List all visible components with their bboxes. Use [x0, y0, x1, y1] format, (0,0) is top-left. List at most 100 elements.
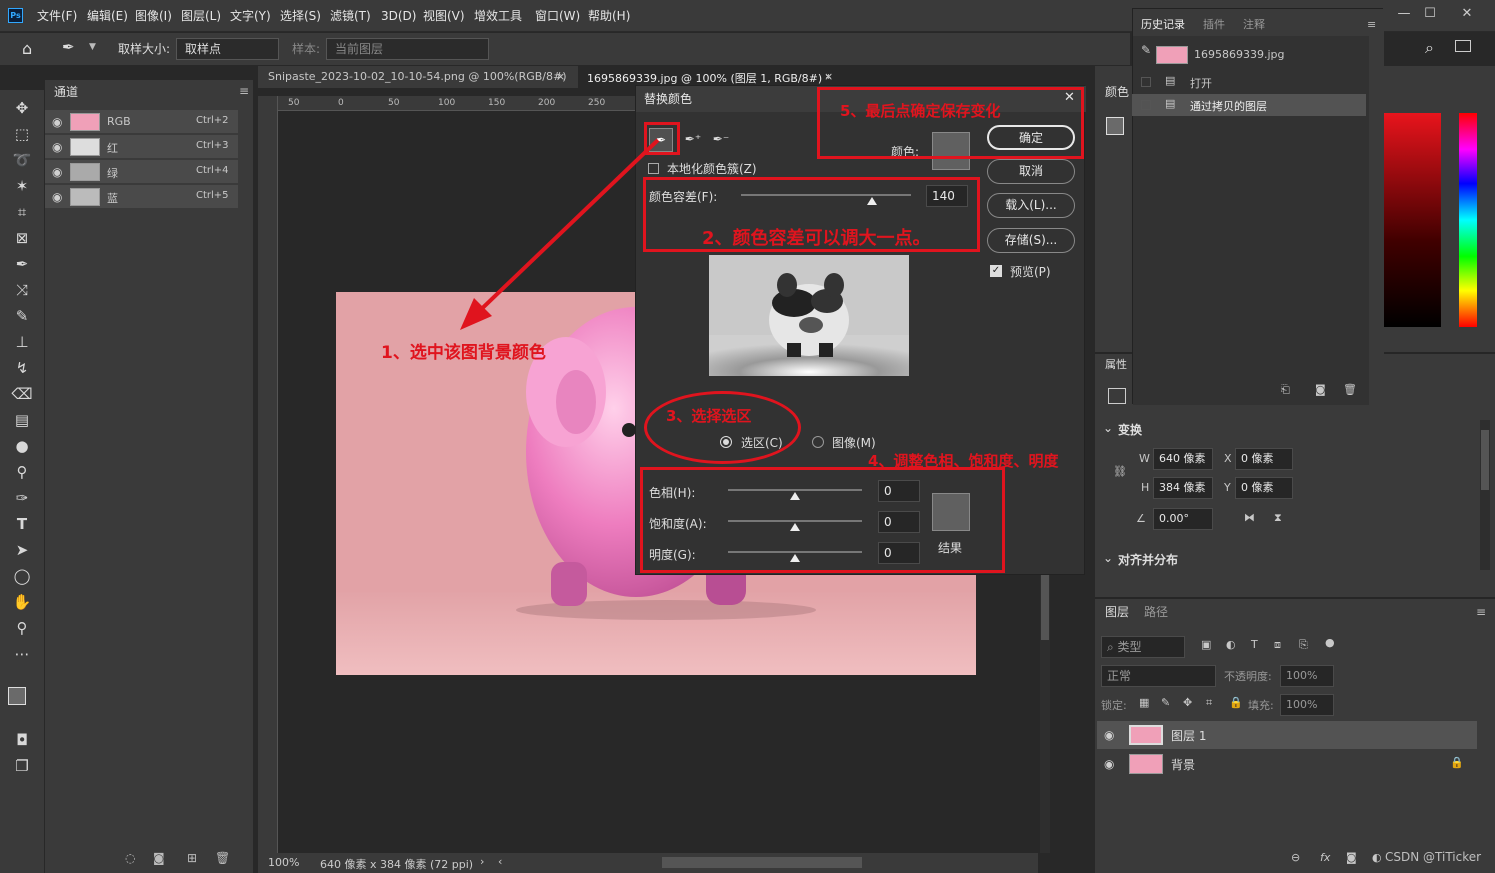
angle-input[interactable]: 0.00° — [1153, 508, 1213, 530]
lock-position-icon[interactable]: ✥ — [1183, 696, 1192, 709]
layer-filter-select[interactable]: ⌕ 类型 — [1101, 636, 1185, 658]
menu-window[interactable]: 窗口(W) — [535, 0, 580, 32]
menu-3d[interactable]: 3D(D) — [381, 0, 416, 32]
history-state[interactable]: ▤ 打开 — [1132, 71, 1366, 93]
screen-mode-icon[interactable]: ❐ — [11, 755, 33, 777]
menu-select[interactable]: 选择(S) — [280, 0, 321, 32]
eraser-tool-icon[interactable]: ⌫ — [11, 383, 33, 405]
quick-mask-icon[interactable]: ◘ — [11, 729, 33, 751]
chevron-left-icon[interactable]: ‹ — [498, 855, 502, 868]
fill-input[interactable]: 100% — [1280, 694, 1334, 716]
properties-panel-title[interactable]: 属性 — [1105, 356, 1127, 372]
foreground-swatch[interactable] — [1106, 117, 1124, 135]
delete-channel-icon[interactable]: 🗑 — [215, 851, 230, 865]
frame-tool-icon[interactable]: ⊠ — [11, 227, 33, 249]
visibility-eye-icon[interactable]: ◉ — [52, 115, 62, 129]
channel-row[interactable]: ◉ 红 Ctrl+3 — [45, 135, 238, 159]
flip-horizontal-icon[interactable]: ⧓ — [1244, 511, 1255, 524]
properties-scrollbar[interactable] — [1480, 420, 1490, 570]
hand-tool-icon[interactable]: ✋ — [11, 591, 33, 613]
menu-image[interactable]: 图像(I) — [135, 0, 172, 32]
image-radio[interactable] — [812, 436, 824, 448]
chevron-right-icon[interactable]: › — [480, 855, 484, 868]
menu-help[interactable]: 帮助(H) — [588, 0, 630, 32]
visibility-eye-icon[interactable]: ◉ — [52, 140, 62, 154]
gradient-tool-icon[interactable]: ▤ — [11, 409, 33, 431]
menu-plugins[interactable]: 增效工具 — [474, 0, 522, 32]
new-channel-icon[interactable]: ⊞ — [187, 851, 197, 865]
filter-adjustment-icon[interactable]: ◐ — [1226, 638, 1236, 651]
channel-row[interactable]: ◉ 绿 Ctrl+4 — [45, 160, 238, 184]
channel-row[interactable]: ◉ 蓝 Ctrl+5 — [45, 185, 238, 209]
move-tool-icon[interactable]: ✥ — [11, 97, 33, 119]
visibility-eye-icon[interactable]: ◉ — [1104, 757, 1114, 771]
history-source-checkbox[interactable] — [1141, 100, 1151, 110]
filter-pixel-icon[interactable]: ▣ — [1201, 638, 1211, 651]
properties-scrollbar-thumb[interactable] — [1481, 430, 1489, 490]
stamp-tool-icon[interactable]: ⊥ — [11, 331, 33, 353]
maximize-icon[interactable]: ☐ — [1421, 6, 1439, 22]
crop-tool-icon[interactable]: ⌗ — [11, 201, 33, 223]
zoom-tool-icon[interactable]: ⚲ — [11, 617, 33, 639]
snapshot-name[interactable]: 1695869339.jpg — [1194, 48, 1285, 61]
more-tools-icon[interactable]: ⋯ — [11, 643, 33, 665]
history-state-active[interactable]: ▤ 通过拷贝的图层 — [1132, 94, 1366, 116]
paths-tab[interactable]: 路径 — [1144, 603, 1168, 620]
blend-mode-select[interactable]: 正常 — [1101, 665, 1216, 687]
history-source-checkbox[interactable] — [1141, 77, 1151, 87]
tab-close-icon[interactable]: × — [824, 70, 833, 83]
eyedropper-minus-icon[interactable]: ✒⁻ — [709, 128, 733, 152]
layers-tab[interactable]: 图层 — [1105, 603, 1129, 620]
horizontal-scrollbar-thumb[interactable] — [662, 857, 862, 868]
selection-preview-image[interactable] — [709, 255, 909, 376]
save-selection-icon[interactable]: ◙ — [153, 851, 165, 865]
visibility-eye-icon[interactable]: ◉ — [52, 165, 62, 179]
filter-shape-icon[interactable]: ⧈ — [1274, 638, 1281, 652]
adjustment-layer-icon[interactable]: ◐ — [1372, 851, 1382, 864]
home-icon[interactable]: ⌂ — [22, 39, 32, 58]
healing-brush-icon[interactable]: ⤨ — [11, 279, 33, 301]
scrollbar-thumb[interactable] — [1041, 570, 1049, 640]
eyedropper-plus-icon[interactable]: ✒⁺ — [681, 128, 705, 152]
height-input[interactable]: 384 像素 — [1153, 477, 1213, 499]
lock-paint-icon[interactable]: ✎ — [1161, 696, 1170, 709]
history-brush-icon[interactable]: ↯ — [11, 357, 33, 379]
marquee-tool-icon[interactable]: ⬚ — [11, 123, 33, 145]
tab-snipaste[interactable]: Snipaste_2023-10-02_10-10-54.png @ 100%(… — [258, 66, 578, 88]
panel-menu-icon[interactable]: ≡ — [1476, 605, 1486, 619]
link-icon[interactable]: ⛓ — [1113, 465, 1127, 478]
foreground-color-swatch[interactable] — [8, 687, 26, 705]
align-section-title[interactable]: 对齐并分布 — [1118, 551, 1178, 568]
minimize-icon[interactable]: — — [1395, 6, 1413, 22]
menu-filter[interactable]: 滤镜(T) — [330, 0, 371, 32]
hue-strip[interactable] — [1459, 113, 1477, 327]
channel-row[interactable]: ◉ RGB Ctrl+2 — [45, 110, 238, 134]
width-input[interactable]: 640 像素 — [1153, 448, 1213, 470]
x-input[interactable]: 0 像素 — [1235, 448, 1293, 470]
eyedropper-tool-icon[interactable]: ✒ — [62, 38, 75, 56]
close-window-icon[interactable]: ✕ — [1458, 6, 1476, 22]
lock-transparent-icon[interactable]: ▦ — [1139, 696, 1149, 709]
notes-tab[interactable]: 注释 — [1243, 16, 1265, 32]
eyedropper-icon[interactable]: ✒ — [11, 253, 33, 275]
lock-icon[interactable]: 🔒 — [1450, 756, 1464, 769]
menu-view[interactable]: 视图(V) — [423, 0, 465, 32]
path-selection-icon[interactable]: ➤ — [11, 539, 33, 561]
panel-menu-icon[interactable]: ≡ — [239, 84, 249, 98]
color-field[interactable] — [1383, 113, 1441, 327]
type-tool-icon[interactable]: T — [11, 513, 33, 535]
load-selection-icon[interactable]: ◌ — [125, 851, 135, 865]
history-brush-source-icon[interactable]: ✎ — [1141, 43, 1151, 57]
zoom-level[interactable]: 100% — [268, 856, 299, 869]
chevron-down-icon[interactable]: ▼ — [89, 42, 96, 52]
menu-file[interactable]: 文件(F) — [37, 0, 77, 32]
history-scrollbar[interactable] — [1369, 36, 1384, 405]
filter-type-icon[interactable]: T — [1251, 638, 1258, 651]
lasso-tool-icon[interactable]: ➰ — [11, 149, 33, 171]
sample-select[interactable]: 当前图层 — [326, 38, 489, 60]
flip-vertical-icon[interactable]: ⧗ — [1274, 511, 1282, 525]
lock-all-icon[interactable]: 🔒 — [1229, 696, 1243, 709]
filter-smart-object-icon[interactable]: ⎘ — [1299, 638, 1308, 652]
delete-state-icon[interactable]: 🗑 — [1343, 383, 1357, 396]
ellipse-tool-icon[interactable]: ◯ — [11, 565, 33, 587]
